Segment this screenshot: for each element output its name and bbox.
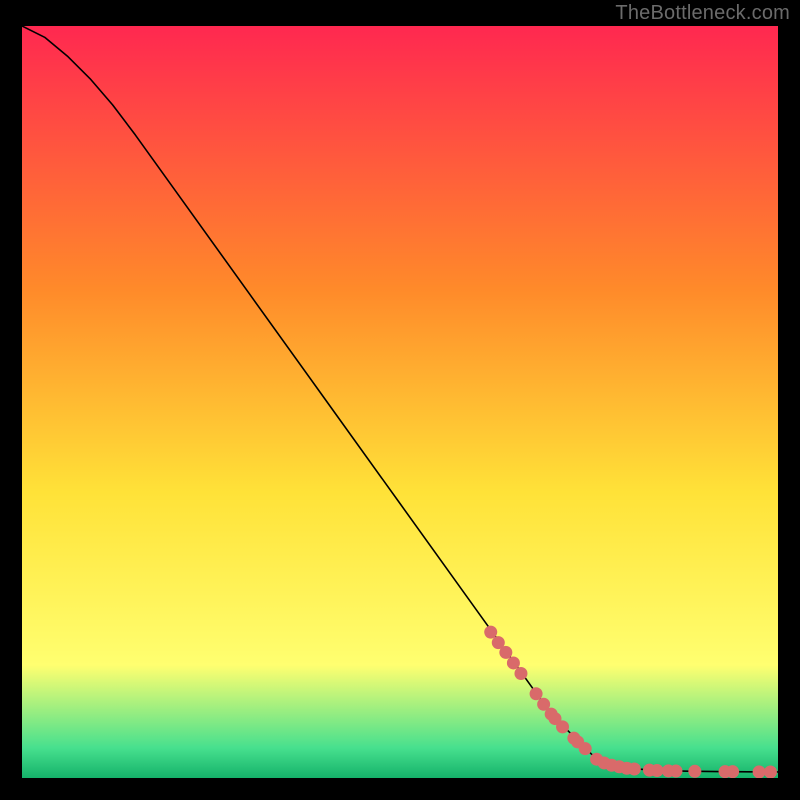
data-marker	[530, 687, 543, 700]
gradient-background	[22, 26, 778, 778]
data-marker	[579, 742, 592, 755]
data-marker	[556, 720, 569, 733]
data-marker	[484, 626, 497, 639]
data-marker	[651, 764, 664, 777]
watermark-text: TheBottleneck.com	[615, 2, 790, 25]
data-marker	[688, 765, 701, 778]
data-marker	[499, 646, 512, 659]
chart-svg	[22, 26, 778, 778]
data-marker	[726, 765, 739, 778]
plot-area	[22, 26, 778, 778]
data-marker	[764, 765, 777, 778]
chart-frame: TheBottleneck.com	[0, 0, 800, 800]
data-marker	[628, 762, 641, 775]
data-marker	[507, 656, 520, 669]
data-marker	[669, 765, 682, 778]
data-marker	[753, 765, 766, 778]
data-marker	[514, 667, 527, 680]
